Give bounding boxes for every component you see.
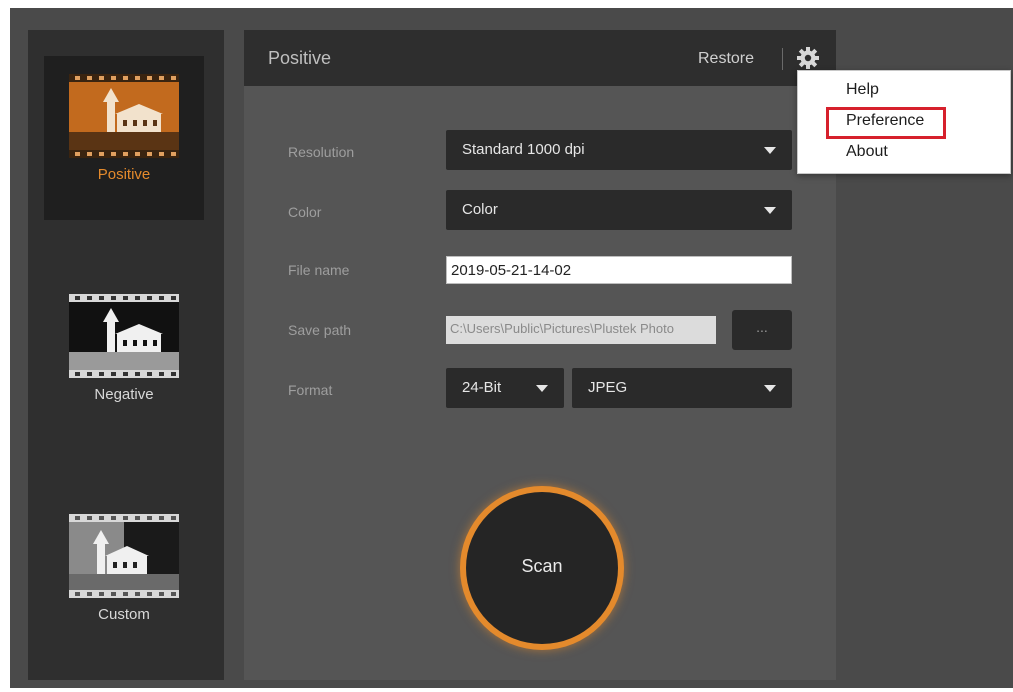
mode-sidebar: Positive Negative Custom [28, 30, 224, 680]
negative-film-icon [69, 294, 179, 378]
scan-label: Scan [521, 556, 563, 576]
color-label: Color [288, 204, 322, 220]
resolution-value: Standard 1000 dpi [462, 141, 585, 158]
custom-film-icon [69, 514, 179, 598]
color-select[interactable]: Color [446, 190, 792, 230]
save-path-value: C:\Users\Public\Pictures\Plustek Photo [450, 321, 674, 336]
positive-film-icon [69, 74, 179, 158]
chevron-down-icon [764, 147, 776, 154]
browse-button[interactable]: ... [732, 310, 792, 350]
chevron-down-icon [536, 385, 548, 392]
chevron-down-icon [764, 385, 776, 392]
mode-custom[interactable]: Custom [44, 496, 204, 660]
resolution-label: Resolution [288, 144, 355, 160]
gear-icon[interactable] [796, 46, 820, 70]
format-label: Format [288, 382, 333, 398]
header-divider [782, 48, 783, 70]
mode-label: Negative [94, 386, 154, 403]
save-path-label: Save path [288, 322, 352, 338]
scan-button[interactable]: Scan [460, 486, 624, 650]
chevron-down-icon [764, 207, 776, 214]
menu-item-help[interactable]: Help [846, 81, 879, 99]
mode-negative[interactable]: Negative [44, 276, 204, 440]
panel-header: Positive Restore [244, 30, 836, 86]
settings-menu: Help Preference About [797, 70, 1011, 174]
menu-item-about[interactable]: About [846, 143, 888, 161]
mode-label: Positive [97, 166, 151, 183]
preference-highlight-box [826, 107, 946, 139]
file-type-value: JPEG [588, 379, 628, 396]
save-path-field[interactable]: C:\Users\Public\Pictures\Plustek Photo [446, 316, 716, 344]
color-value: Color [462, 201, 498, 218]
mode-positive[interactable]: Positive [44, 56, 204, 220]
scan-button-face: Scan [466, 492, 618, 644]
bit-depth-select[interactable]: 24-Bit [446, 368, 564, 408]
bit-depth-value: 24-Bit [462, 379, 502, 396]
page-title: Positive [268, 48, 332, 68]
mode-label: Custom [98, 606, 150, 623]
file-name-label: File name [288, 262, 350, 278]
resolution-select[interactable]: Standard 1000 dpi [446, 130, 792, 170]
restore-button[interactable]: Restore [698, 50, 754, 68]
file-name-field[interactable] [446, 256, 792, 284]
file-type-select[interactable]: JPEG [572, 368, 792, 408]
settings-panel: Positive Restore Resolution Standard 100… [244, 30, 836, 680]
